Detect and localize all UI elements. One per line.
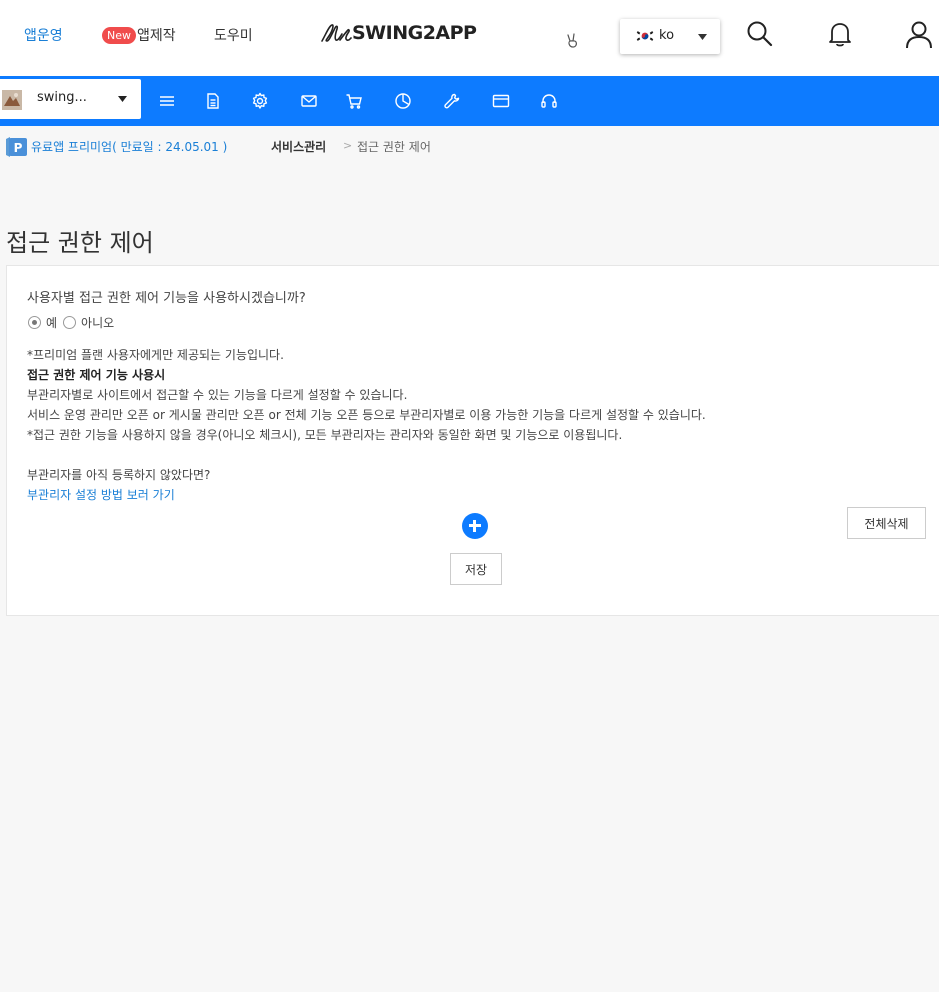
peace-hand-icon[interactable] <box>566 33 580 53</box>
sub-admin-guide-link[interactable]: 부관리자 설정 방법 보러 가기 <box>27 486 175 503</box>
access-control-panel: 사용자별 접근 권한 제어 기능을 사용하시겠습니까? 예 아니오 *프리미엄 … <box>6 265 939 616</box>
pie-chart-icon[interactable] <box>394 92 412 110</box>
feature-description-2: 서비스 운영 관리만 오픈 or 게시물 관리만 오픈 or 전체 기능 오픈 … <box>27 408 706 422</box>
feature-description-3: *접근 권한 기능을 사용하지 않을 경우(아니오 체크시), 모든 부관리자는… <box>27 428 623 442</box>
radio-no[interactable] <box>63 316 77 329</box>
radio-yes-label[interactable]: 예 <box>46 314 57 331</box>
sub-admin-question: 부관리자를 아직 등록하지 않았다면? <box>27 468 211 482</box>
radio-no-label[interactable]: 아니오 <box>81 314 114 331</box>
breadcrumb-service-manage[interactable]: 서비스관리 <box>271 138 326 155</box>
headset-icon[interactable] <box>540 92 558 110</box>
main-toolbar: swing... <box>0 76 939 126</box>
search-icon[interactable] <box>747 20 773 52</box>
app-thumbnail <box>2 90 22 110</box>
user-icon[interactable] <box>905 20 933 54</box>
breadcrumb-separator: > <box>343 139 353 152</box>
nav-app-create-label: 앱제작 <box>137 28 176 44</box>
feature-description-1: 부관리자별로 사이트에서 접근할 수 있는 기능을 다르게 설정할 수 있습니다… <box>27 388 408 402</box>
logo-text: SWING2APP <box>352 22 477 44</box>
plan-expiry-link[interactable]: 유료앱 프리미엄( 만료일 : 24.05.01 ) <box>31 138 227 155</box>
top-header: 앱운영 New 앱제작 도우미 SWING2APP ko <box>0 0 939 76</box>
new-badge: New <box>102 27 136 44</box>
language-label: ko <box>659 28 675 43</box>
nav-app-manage[interactable]: 앱운영 <box>24 25 63 45</box>
logo-mark-icon <box>321 24 352 42</box>
app-name: swing... <box>37 90 87 105</box>
chevron-down-icon <box>698 34 707 40</box>
premium-only-note: *프리미엄 플랜 사용자에게만 제공되는 기능입니다. <box>27 348 284 362</box>
delete-all-button[interactable]: 전체삭제 <box>847 507 926 539</box>
app-select[interactable]: swing... <box>0 79 141 119</box>
add-button[interactable] <box>462 513 488 539</box>
page-title: 접근 권한 제어 <box>6 229 154 257</box>
feature-heading: 접근 권한 제어 기능 사용시 <box>27 368 166 382</box>
card-icon[interactable] <box>492 92 510 110</box>
breadcrumb-current: 접근 권한 제어 <box>357 140 431 154</box>
chevron-down-icon <box>118 96 127 102</box>
bell-icon[interactable] <box>827 20 853 52</box>
language-select[interactable]: ko <box>620 19 720 54</box>
swing2app-logo[interactable]: SWING2APP <box>320 22 477 44</box>
svg-text:P: P <box>14 141 23 155</box>
nav-app-create[interactable]: New 앱제작 <box>102 25 176 45</box>
cart-icon[interactable] <box>345 92 363 110</box>
nav-help[interactable]: 도우미 <box>214 25 253 45</box>
menu-icon[interactable] <box>158 92 176 110</box>
access-control-question: 사용자별 접근 권한 제어 기능을 사용하시겠습니까? <box>27 291 306 306</box>
save-button[interactable]: 저장 <box>450 553 502 585</box>
document-icon[interactable] <box>204 92 222 110</box>
mail-icon[interactable] <box>300 92 318 110</box>
premium-plan-badge-icon: P <box>6 137 27 157</box>
wrench-icon[interactable] <box>443 92 461 110</box>
access-control-options: 예 아니오 <box>28 314 120 331</box>
korea-flag-icon <box>636 29 654 43</box>
gear-icon[interactable] <box>251 92 269 110</box>
radio-yes[interactable] <box>28 316 41 329</box>
